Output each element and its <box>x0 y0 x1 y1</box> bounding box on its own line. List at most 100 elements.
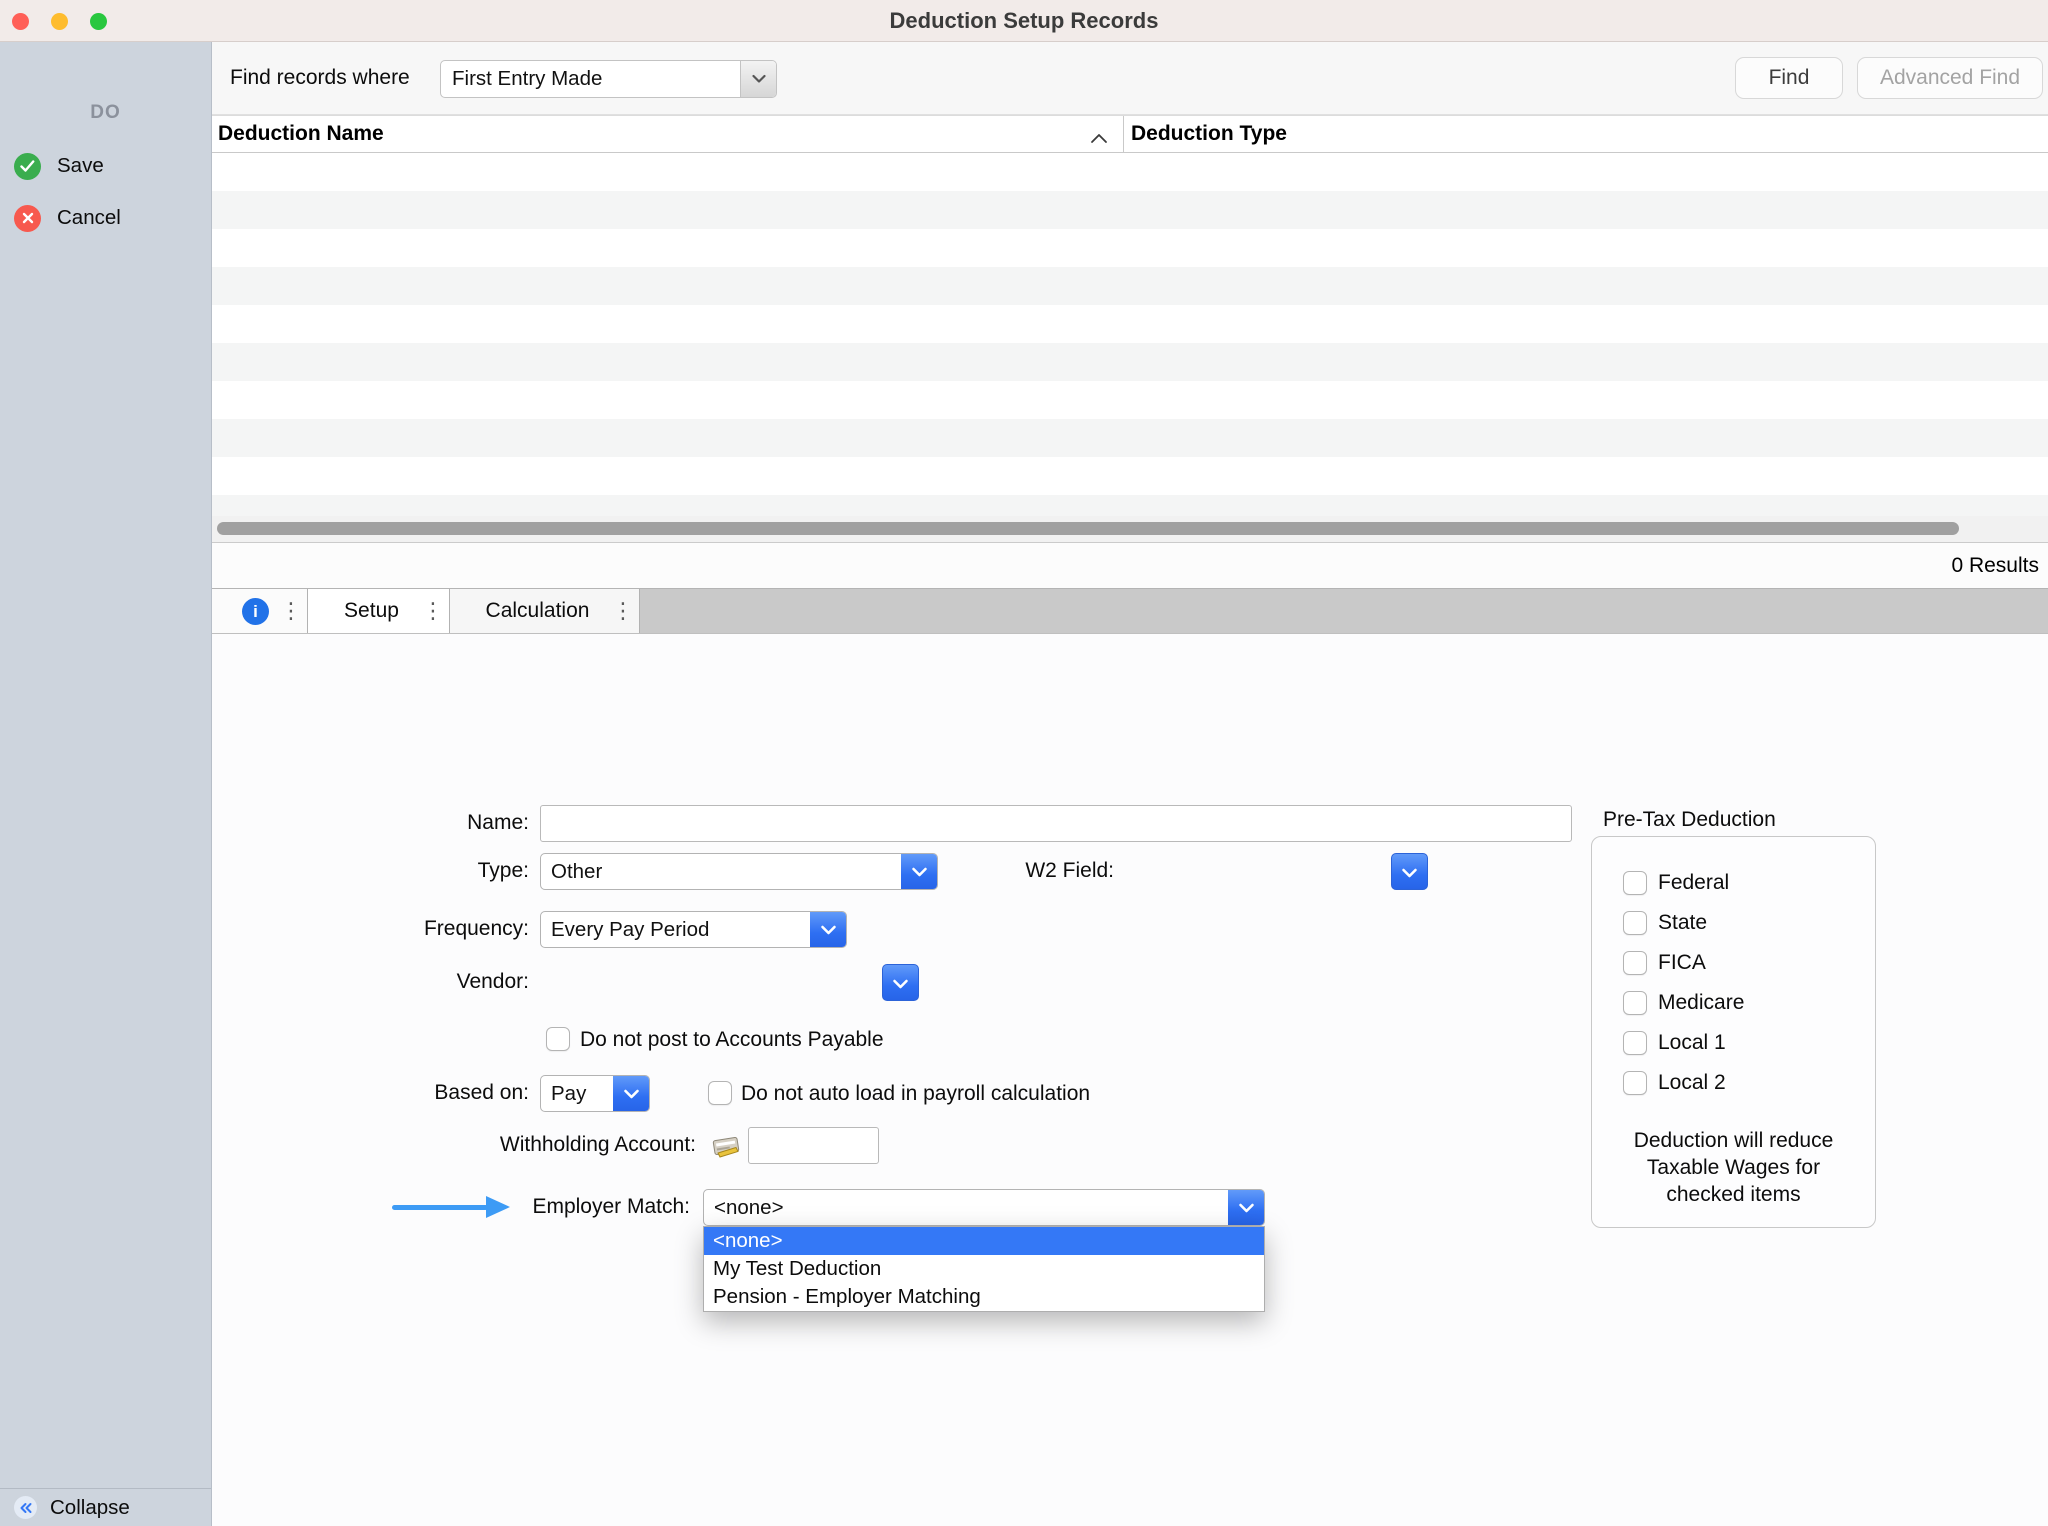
drag-handle-icon[interactable]: ⋮ <box>280 600 302 622</box>
employer-match-value: <none> <box>704 1196 784 1220</box>
fica-checkbox[interactable] <box>1623 951 1647 975</box>
drag-handle-icon[interactable]: ⋮ <box>612 600 634 622</box>
do-not-post-ap-checkbox[interactable] <box>546 1027 570 1051</box>
chevron-down-icon <box>613 1076 649 1111</box>
annotation-arrow-icon <box>392 1195 510 1220</box>
employer-match-options-list: <none> My Test Deduction Pension - Emplo… <box>703 1226 1265 1312</box>
based-on-dropdown[interactable]: Pay <box>540 1075 650 1112</box>
pretax-option-row: State <box>1592 903 1875 943</box>
sidebar-header: DO <box>0 102 211 124</box>
chevron-down-icon <box>810 912 846 947</box>
federal-checkbox[interactable] <box>1623 871 1647 895</box>
chevron-up-icon <box>1090 126 1108 150</box>
federal-label: Federal <box>1658 871 1729 895</box>
tab-label: Calculation <box>486 599 604 623</box>
type-value: Other <box>541 860 602 884</box>
do-not-autoload-checkbox[interactable] <box>708 1081 732 1105</box>
minimize-window-icon[interactable] <box>51 13 68 30</box>
chevron-down-icon <box>892 971 909 995</box>
scrollbar-thumb[interactable] <box>217 522 1959 535</box>
save-button[interactable]: Save <box>0 146 211 186</box>
vendor-label: Vendor: <box>457 970 529 994</box>
frequency-label: Frequency: <box>424 917 529 941</box>
chevron-down-icon <box>1228 1190 1264 1225</box>
results-count: 0 Results <box>1951 554 2039 577</box>
collapse-button[interactable]: Collapse <box>0 1488 211 1526</box>
info-icon: i <box>242 598 269 625</box>
find-button[interactable]: Find <box>1735 57 1843 99</box>
cancel-label: Cancel <box>57 206 121 230</box>
tab-setup[interactable]: Setup ⋮ <box>308 589 450 633</box>
titlebar: Deduction Setup Records <box>0 0 2048 42</box>
app-window: Deduction Setup Records DO Save Cancel C… <box>0 0 2048 1526</box>
option-none[interactable]: <none> <box>704 1227 1264 1255</box>
record-info-button[interactable]: i ⋮ <box>212 589 308 633</box>
chevron-down-icon <box>1401 860 1418 884</box>
collapse-chevrons-icon <box>14 1496 37 1519</box>
local2-checkbox[interactable] <box>1623 1071 1647 1095</box>
pretax-option-row: Federal <box>1592 863 1875 903</box>
do-not-autoload-label: Do not auto load in payroll calculation <box>741 1082 1090 1106</box>
save-label: Save <box>57 154 104 178</box>
w2-field-label: W2 Field: <box>1025 859 1114 883</box>
tab-bar: i ⋮ Setup ⋮ Calculation ⋮ <box>212 588 2048 634</box>
chevron-down-icon <box>901 854 937 889</box>
tab-calculation[interactable]: Calculation ⋮ <box>450 589 640 633</box>
chevron-down-icon <box>740 61 776 97</box>
w2-field-dropdown[interactable] <box>1391 853 1428 890</box>
fica-label: FICA <box>1658 951 1706 975</box>
zoom-window-icon[interactable] <box>90 13 107 30</box>
account-lookup-icon[interactable] <box>711 1131 741 1159</box>
close-window-icon[interactable] <box>12 13 29 30</box>
pretax-option-row: Local 2 <box>1592 1063 1875 1103</box>
option-my-test-deduction[interactable]: My Test Deduction <box>704 1255 1264 1283</box>
state-checkbox[interactable] <box>1623 911 1647 935</box>
tab-label: Setup <box>344 599 413 623</box>
local2-label: Local 2 <box>1658 1071 1726 1095</box>
withholding-account-input[interactable] <box>748 1127 879 1164</box>
find-records-label: Find records where <box>230 66 410 90</box>
employer-match-label: Employer Match: <box>532 1195 690 1219</box>
medicare-checkbox[interactable] <box>1623 991 1647 1015</box>
do-not-post-ap-label: Do not post to Accounts Payable <box>580 1028 884 1052</box>
local1-checkbox[interactable] <box>1623 1031 1647 1055</box>
horizontal-scrollbar[interactable] <box>212 516 2048 542</box>
name-input[interactable] <box>540 805 1572 842</box>
column-header-deduction-name[interactable]: Deduction Name <box>218 116 1118 152</box>
sidebar: DO Save Cancel Collapse <box>0 42 212 1526</box>
pretax-option-row: Local 1 <box>1592 1023 1875 1063</box>
table-header: Deduction Name Deduction Type <box>212 115 2048 153</box>
type-label: Type: <box>478 859 529 883</box>
find-bar: Find records where First Entry Made Find… <box>212 42 2048 115</box>
type-dropdown[interactable]: Other <box>540 853 938 890</box>
pretax-option-row: Medicare <box>1592 983 1875 1023</box>
frequency-dropdown[interactable]: Every Pay Period <box>540 911 847 948</box>
vendor-dropdown[interactable] <box>882 964 919 1001</box>
pretax-panel: Federal State FICA Medicare Local 1 <box>1591 836 1876 1228</box>
local1-label: Local 1 <box>1658 1031 1726 1055</box>
setup-form: Name: Type: Other W2 Field: Frequency: E… <box>212 634 2048 1526</box>
frequency-value: Every Pay Period <box>541 918 709 942</box>
state-label: State <box>1658 911 1707 935</box>
cancel-button[interactable]: Cancel <box>0 198 211 238</box>
pretax-title: Pre-Tax Deduction <box>1603 808 1776 832</box>
pretax-option-row: FICA <box>1592 943 1875 983</box>
drag-handle-icon[interactable]: ⋮ <box>422 600 444 622</box>
table-body[interactable] <box>212 153 2048 516</box>
column-header-deduction-type[interactable]: Deduction Type <box>1131 116 2048 152</box>
column-divider[interactable] <box>1123 116 1124 152</box>
name-label: Name: <box>467 811 529 835</box>
x-circle-icon <box>14 205 41 232</box>
check-circle-icon <box>14 153 41 180</box>
option-pension-employer-matching[interactable]: Pension - Employer Matching <box>704 1283 1264 1311</box>
advanced-find-button[interactable]: Advanced Find <box>1857 57 2043 99</box>
results-bar: 0 Results <box>212 542 2048 588</box>
main-panel: Find records where First Entry Made Find… <box>212 42 2048 1526</box>
medicare-label: Medicare <box>1658 991 1744 1015</box>
employer-match-dropdown[interactable]: <none> <box>703 1189 1265 1226</box>
based-on-label: Based on: <box>434 1081 529 1105</box>
based-on-value: Pay <box>541 1082 586 1106</box>
find-field-dropdown[interactable]: First Entry Made <box>440 60 777 98</box>
column-label: Deduction Type <box>1131 122 1287 146</box>
collapse-label: Collapse <box>50 1496 130 1520</box>
